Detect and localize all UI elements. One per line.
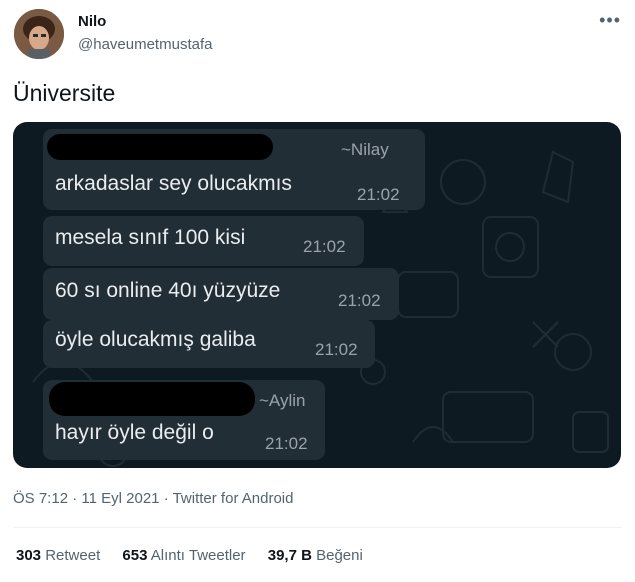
chat-message: ~Aylin hayır öyle değil o 21:02 <box>43 380 325 460</box>
quotes-count: 653 <box>122 547 148 564</box>
chat-message-time: 21:02 <box>357 185 400 204</box>
tweet-time[interactable]: ÖS 7:12 <box>13 490 68 507</box>
more-horizontal-icon[interactable]: ••• <box>599 10 621 31</box>
separator: · <box>72 490 78 507</box>
likes-count: 39,7 B <box>267 547 312 564</box>
chat-message-time: 21:02 <box>338 291 381 310</box>
tweet-media-image[interactable]: ~Nilay arkadaslar sey olucakmıs 21:02 me… <box>13 122 621 468</box>
chat-sender: ~Nilay <box>341 140 389 159</box>
likes-label: Beğeni <box>316 547 363 564</box>
retweets-stat[interactable]: 303 Retweet <box>16 547 100 564</box>
chat-message-text: arkadaslar sey olucakmıs <box>55 172 292 195</box>
redacted-name-bar <box>49 382 255 416</box>
retweets-label: Retweet <box>45 547 101 564</box>
chat-message: 60 sı online 40ı yüzyüze 21:02 <box>43 268 399 320</box>
chat-message-text: mesela sınıf 100 kisi <box>55 226 246 249</box>
chat-message: mesela sınıf 100 kisi 21:02 <box>43 216 364 266</box>
chat-sender: ~Aylin <box>259 391 306 410</box>
tweet-stats: 303 Retweet 653 Alıntı Tweetler 39,7 B B… <box>16 547 381 564</box>
chat-message-time: 21:02 <box>303 237 346 256</box>
retweets-count: 303 <box>16 547 42 564</box>
chat-message-text: 60 sı online 40ı yüzyüze <box>55 279 281 302</box>
chat-message-text: öyle olucakmış galiba <box>55 328 256 351</box>
quote-tweets-stat[interactable]: 653 Alıntı Tweetler <box>122 547 245 564</box>
chat-message-time: 21:02 <box>265 434 308 453</box>
redacted-name-bar <box>47 134 273 160</box>
chat-message: öyle olucakmış galiba 21:02 <box>43 320 375 368</box>
avatar[interactable] <box>14 9 64 59</box>
tweet-source[interactable]: Twitter for Android <box>173 490 294 507</box>
tweet-date[interactable]: 11 Eyl 2021 <box>81 490 159 507</box>
separator: · <box>163 490 169 507</box>
quotes-label: Alıntı Tweetler <box>150 547 246 564</box>
divider <box>13 527 622 528</box>
user-name[interactable]: Nilo <box>78 13 106 30</box>
chat-message-time: 21:02 <box>315 340 358 359</box>
chat-message-text: hayır öyle değil o <box>55 421 214 444</box>
user-handle[interactable]: @haveumetmustafa <box>78 36 212 53</box>
chat-message: ~Nilay arkadaslar sey olucakmıs 21:02 <box>43 129 425 210</box>
likes-stat[interactable]: 39,7 B Beğeni <box>268 547 363 564</box>
tweet-meta: ÖS 7:12 · 11 Eyl 2021 · Twitter for Andr… <box>13 490 293 507</box>
tweet-text: Üniversite <box>13 80 116 106</box>
